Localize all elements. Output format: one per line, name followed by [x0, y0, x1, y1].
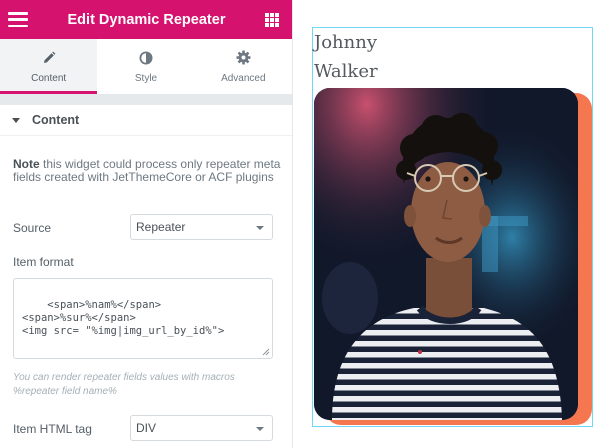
section-toggle-content[interactable]: Content [0, 105, 292, 136]
item-format-textarea[interactable]: <span>%nam%</span> <span>%sur%</span> <i… [13, 278, 273, 359]
chevron-down-icon [256, 427, 264, 431]
pencil-icon [42, 50, 56, 66]
contrast-icon [139, 50, 153, 66]
item-html-tag-label: Item HTML tag [13, 422, 92, 436]
note-text: this widget could process only repeater … [13, 157, 281, 184]
panel-tabs: Content Style Advanced [0, 39, 292, 94]
tab-advanced[interactable]: Advanced [194, 39, 292, 94]
caret-down-icon [12, 117, 20, 123]
first-name-text: Johnny [314, 32, 377, 53]
resize-handle-icon[interactable] [262, 348, 270, 356]
repeater-preview[interactable]: Johnny Walker [312, 27, 593, 427]
widget-note: Note this widget could process only repe… [13, 158, 283, 184]
profile-photo [314, 88, 578, 420]
source-select-value: Repeater [136, 220, 186, 234]
editor-panel: Edit Dynamic Repeater Content Style Adva… [0, 0, 293, 448]
tab-label: Style [134, 72, 158, 84]
source-label: Source [13, 221, 52, 235]
item-html-tag-value: DIV [136, 421, 157, 435]
panel-separator [0, 94, 292, 105]
gear-icon [236, 50, 251, 66]
item-format-value: <span>%nam%</span> <span>%sur%</span> <i… [22, 299, 225, 337]
hamburger-menu-icon[interactable] [8, 12, 28, 27]
section-title: Content [32, 113, 80, 127]
panel-header: Edit Dynamic Repeater [0, 0, 292, 39]
tab-label: Content [31, 72, 67, 84]
panel-title: Edit Dynamic Repeater [67, 11, 226, 28]
chevron-down-icon [256, 226, 264, 230]
portrait-illustration [314, 88, 578, 420]
tab-content[interactable]: Content [0, 39, 98, 94]
widgets-grid-icon[interactable] [264, 12, 279, 27]
last-name-text: Walker [314, 61, 378, 82]
tab-style[interactable]: Style [97, 39, 195, 94]
source-select[interactable]: Repeater [130, 214, 273, 240]
macro-hint: You can render repeater fields values wi… [13, 372, 235, 397]
item-format-label: Item format [13, 255, 74, 269]
tab-label: Advanced [221, 72, 266, 84]
item-html-tag-select[interactable]: DIV [130, 415, 273, 441]
note-strong: Note [13, 157, 40, 171]
